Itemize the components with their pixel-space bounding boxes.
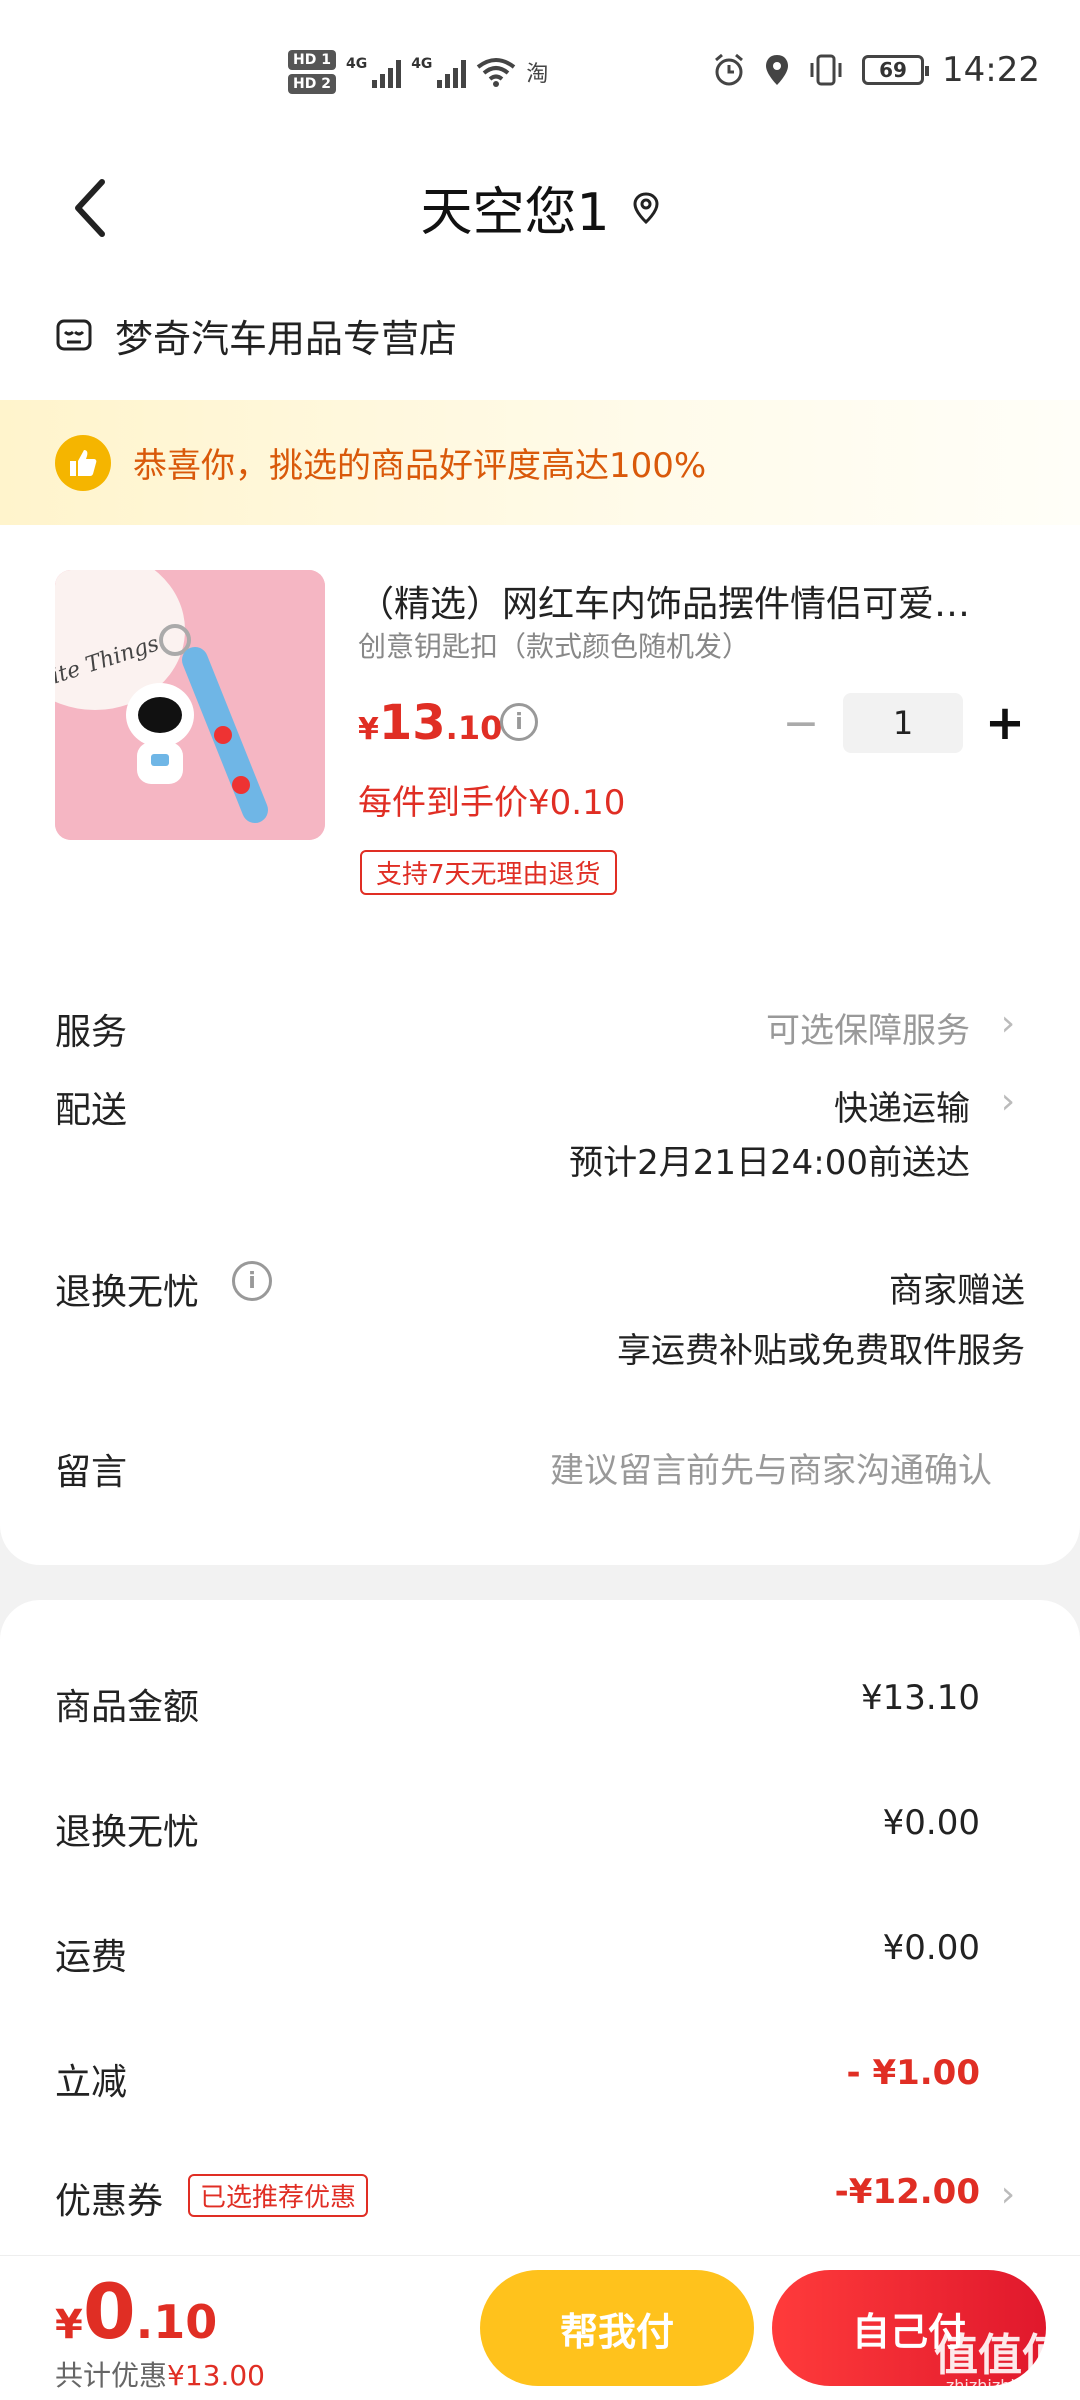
returns-label: 退换无忧 bbox=[55, 1272, 200, 1313]
order-details-card: ite Things （精选）网红车内饰品摆件情侣可爱… 创意钥匙扣（款式颜色随… bbox=[0, 525, 1080, 1565]
delivery-method[interactable]: 快递运输 bbox=[834, 1081, 970, 1130]
quantity-stepper: − 1 + bbox=[781, 693, 1025, 753]
rating-text: 恭喜你，挑选的商品好评度高达100% bbox=[133, 446, 707, 486]
return-policy-badge: 支持7天无理由退货 bbox=[360, 850, 617, 895]
product-image: ite Things bbox=[55, 570, 325, 840]
total-savings: 共计优惠¥13.00 bbox=[55, 2354, 265, 2394]
status-left: HD 1 HD 2 4G 4G 淘 bbox=[288, 50, 548, 94]
product-title[interactable]: （精选）网红车内饰品摆件情侣可爱… bbox=[358, 575, 1028, 627]
network-1-label: 4G bbox=[345, 56, 368, 72]
total-price: ¥ 0 .10 bbox=[55, 2274, 217, 2350]
alarm-icon bbox=[715, 53, 743, 86]
returns-fee-value: ¥0.00 bbox=[882, 1803, 980, 1843]
total-integer: 0 bbox=[82, 2267, 136, 2356]
shipping-value: ¥0.00 bbox=[882, 1928, 980, 1968]
goods-amount-value: ¥13.10 bbox=[861, 1678, 980, 1718]
hd2-badge: HD 2 bbox=[288, 74, 336, 94]
vibrate-icon bbox=[810, 54, 842, 86]
savings-prefix: 共计优惠 bbox=[55, 2359, 168, 2392]
coupon-chevron-icon[interactable]: › bbox=[996, 2174, 1020, 2215]
page-title: 天空您1 bbox=[420, 183, 610, 243]
returns-fee-label: 退换无忧 bbox=[55, 1812, 200, 1853]
signal-2-icon: 4G bbox=[411, 56, 467, 88]
location-icon bbox=[766, 55, 789, 85]
instant-discount-label: 立减 bbox=[55, 2062, 128, 2103]
price-decimal: .10 bbox=[445, 709, 503, 747]
delivery-label: 配送 bbox=[55, 1090, 128, 1131]
watermark-url: zhizhizhi.com bbox=[945, 2376, 1055, 2395]
wifi-icon bbox=[477, 58, 516, 87]
store-name: 梦奇汽车用品专营店 bbox=[115, 316, 458, 361]
store-row[interactable]: 梦奇汽车用品专营店 bbox=[0, 270, 1080, 400]
clock: 14:22 bbox=[942, 50, 1040, 90]
ask-friend-pay-button[interactable]: 帮我付 bbox=[480, 2270, 754, 2386]
coupon-label: 优惠券 bbox=[55, 2181, 164, 2222]
network-2-label: 4G bbox=[411, 56, 433, 72]
delivery-eta: 预计2月21日24:00前送达 bbox=[569, 1143, 970, 1183]
taobao-app-icon: 淘 bbox=[526, 62, 549, 87]
shipping-label: 运费 bbox=[55, 1937, 128, 1978]
quantity-field[interactable]: 1 bbox=[843, 693, 963, 753]
message-input[interactable]: 建议留言前先与商家沟通确认 bbox=[550, 1443, 992, 1492]
instant-discount-value: - ¥1.00 bbox=[846, 2053, 981, 2093]
total-currency: ¥ bbox=[55, 2302, 83, 2348]
price-currency: ¥ bbox=[358, 712, 379, 747]
signal-1-icon: 4G bbox=[345, 56, 402, 88]
coupon-value[interactable]: -¥12.00 bbox=[835, 2172, 980, 2212]
returns-detail: 享运费补贴或免费取件服务 bbox=[617, 1331, 1025, 1371]
location-pin-icon bbox=[633, 191, 659, 224]
rating-banner: 恭喜你，挑选的商品好评度高达100% bbox=[0, 400, 1080, 525]
hd-indicators: HD 1 HD 2 bbox=[288, 50, 336, 94]
delivery-chevron-icon[interactable]: › bbox=[996, 1081, 1020, 1122]
product-thumbnail[interactable]: ite Things bbox=[55, 570, 325, 840]
status-bar: HD 1 HD 2 4G 4G 淘 69 14:22 bbox=[0, 0, 1080, 150]
message-label: 留言 bbox=[55, 1452, 128, 1493]
product-price: ¥ 13 .10 bbox=[358, 695, 502, 751]
status-right: 69 14:22 bbox=[712, 50, 1040, 90]
battery-icon: 69 bbox=[862, 55, 930, 85]
site-watermark: 值值值 zhizhizhi.com bbox=[934, 2334, 1066, 2394]
returns-info-icon[interactable]: i bbox=[232, 1261, 272, 1301]
increase-button[interactable]: + bbox=[985, 693, 1025, 753]
watermark-logo: 值值值 bbox=[934, 2330, 1066, 2381]
returns-value: 商家赠送 bbox=[889, 1271, 1025, 1311]
service-chevron-icon[interactable]: › bbox=[996, 1003, 1020, 1044]
price-summary-card: 商品金额 ¥13.10 退换无忧 ¥0.00 运费 ¥0.00 立减 - ¥1.… bbox=[0, 1600, 1080, 2260]
coupon-recommended-badge: 已选推荐优惠 bbox=[188, 2174, 369, 2217]
address-title[interactable]: 天空您1 bbox=[0, 170, 1080, 245]
price-info-icon[interactable]: i bbox=[500, 703, 538, 741]
total-decimal: .10 bbox=[135, 2295, 218, 2349]
savings-value: ¥13.00 bbox=[167, 2359, 265, 2392]
product-spec[interactable]: 创意钥匙扣（款式颜色随机发） bbox=[358, 625, 750, 665]
price-integer: 13 bbox=[378, 695, 446, 751]
service-option[interactable]: 可选保障服务 bbox=[766, 1003, 970, 1052]
per-item-price: 每件到手价¥0.10 bbox=[358, 783, 626, 823]
service-label: 服务 bbox=[55, 1012, 128, 1053]
store-icon bbox=[56, 319, 92, 351]
nav-header: 天空您1 bbox=[0, 150, 1080, 270]
thumbs-up-icon bbox=[55, 434, 111, 491]
goods-amount-label: 商品金额 bbox=[55, 1687, 200, 1728]
hd1-badge: HD 1 bbox=[288, 50, 336, 70]
checkout-bar: ¥ 0 .10 共计优惠¥13.00 帮我付 自己付 值值值 zhizhizhi… bbox=[0, 2255, 1080, 2400]
decrease-button[interactable]: − bbox=[781, 693, 821, 753]
